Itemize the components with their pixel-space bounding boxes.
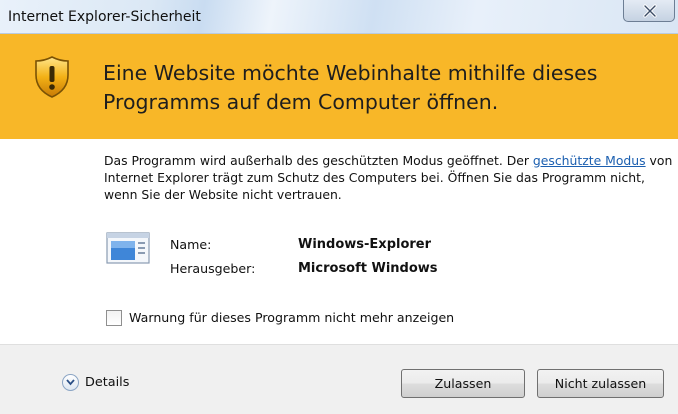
warning-header: Eine Website möchte Webinhalte mithilfe …: [0, 34, 678, 139]
header-message: Eine Website möchte Webinhalte mithilfe …: [103, 61, 598, 114]
description-part-1: Das Programm wird außerhalb des geschütz…: [104, 153, 533, 168]
name-label: Name:: [170, 237, 212, 252]
close-button[interactable]: [623, 0, 675, 22]
allow-button[interactable]: Zulassen: [401, 369, 525, 398]
close-icon: [643, 4, 657, 18]
title-bar: Internet Explorer-Sicherheit: [0, 0, 678, 34]
warning-shield-icon: [35, 56, 69, 98]
windows-explorer-icon: [106, 232, 150, 264]
details-label: Details: [85, 375, 130, 390]
details-toggle[interactable]: Details: [62, 374, 129, 391]
deny-button[interactable]: Nicht zulassen: [537, 369, 664, 398]
publisher-label: Herausgeber:: [170, 261, 256, 276]
chevron-down-icon: [62, 374, 79, 391]
protected-mode-link[interactable]: geschützte Modus: [533, 153, 646, 168]
name-value: Windows-Explorer: [298, 237, 432, 252]
publisher-value: Microsoft Windows: [298, 261, 438, 276]
ie-security-dialog: Internet Explorer-Sicherheit Eine Websit…: [0, 0, 678, 414]
description-text: Das Programm wird außerhalb des geschütz…: [104, 152, 674, 203]
dont-warn-checkbox[interactable]: [106, 310, 122, 326]
dialog-footer: Details Zulassen Nicht zulassen: [0, 344, 678, 414]
window-title: Internet Explorer-Sicherheit: [8, 9, 201, 25]
dont-warn-label[interactable]: Warnung für dieses Programm nicht mehr a…: [129, 310, 454, 325]
